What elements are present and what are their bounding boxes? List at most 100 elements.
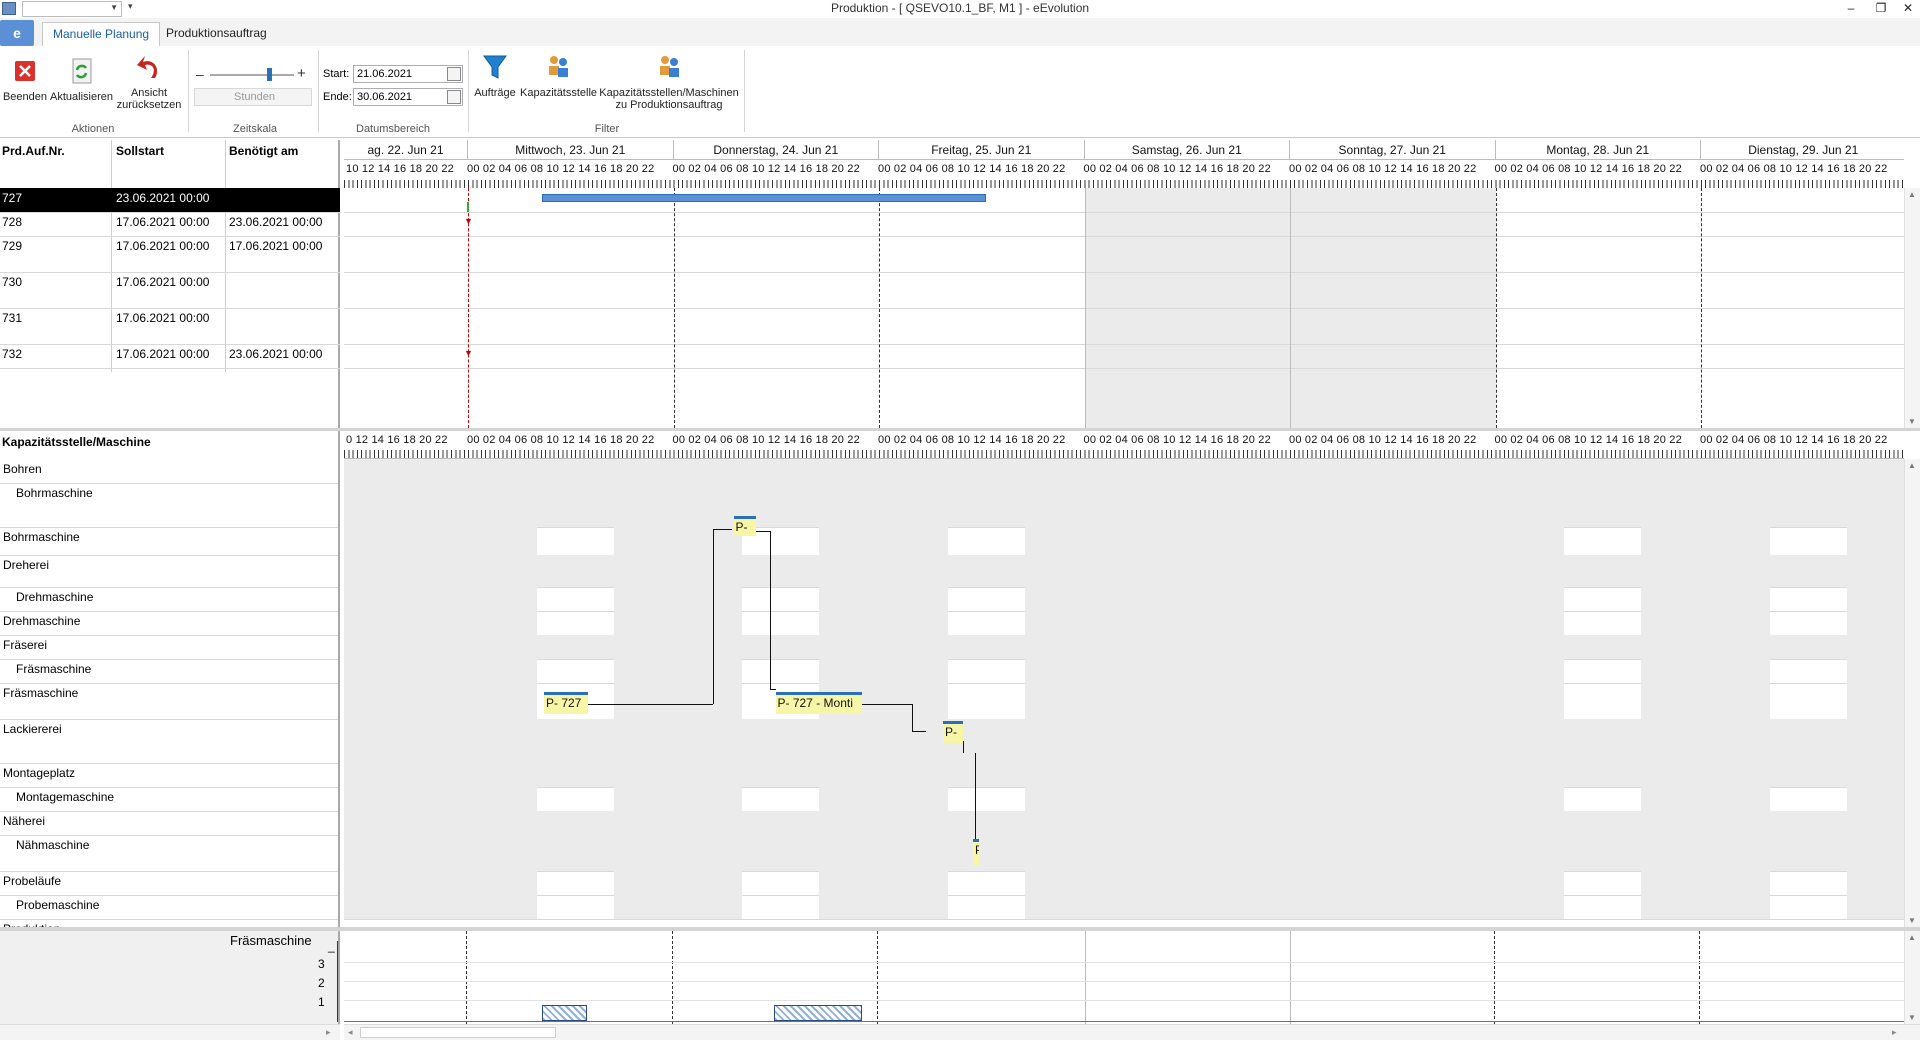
task-bohrmaschine[interactable]: P- xyxy=(733,516,756,536)
row-divider xyxy=(0,527,338,528)
task-naehmaschine[interactable]: P xyxy=(973,839,979,865)
day-separator xyxy=(879,188,880,428)
day-separator xyxy=(1495,188,1497,428)
day-header: ag. 22. Jun 21 Mittwoch, 23. Jun 21 Donner… xyxy=(344,140,1904,160)
close-button[interactable]: ✕ xyxy=(1893,0,1920,18)
scroll-down-icon[interactable]: ▼ xyxy=(1908,1013,1916,1022)
ansicht-zuruecksetzen-button[interactable]: Ansicht zurücksetzen xyxy=(114,52,184,111)
non-working-shade xyxy=(1495,555,1701,587)
tab-produktionsauftrag[interactable]: Produktionsauftrag xyxy=(156,22,277,46)
non-working-shade xyxy=(1084,683,1290,719)
zoom-out-button[interactable]: – xyxy=(196,66,204,82)
aktualisieren-button[interactable]: Aktualisieren xyxy=(50,56,113,103)
order-row[interactable]: 732 17.06.2021 00:00 23.06.2021 00:00 xyxy=(0,344,340,368)
zeitskala-stunden-select[interactable]: Stunden xyxy=(194,88,312,106)
col-header-sollstart[interactable]: Sollstart xyxy=(116,144,164,158)
left-horizontal-scrollbar[interactable]: ▸ xyxy=(0,1024,340,1040)
col-header-prd-auf-nr[interactable]: Prd.Auf.Nr. xyxy=(2,144,65,158)
non-working-shade xyxy=(673,659,742,683)
order-727-summary-bar[interactable] xyxy=(542,194,986,202)
restore-button[interactable]: ❐ xyxy=(1866,0,1896,18)
resource-row-label[interactable]: Bohrmaschine xyxy=(3,530,80,544)
order-row[interactable]: 728 17.06.2021 00:00 23.06.2021 00:00 xyxy=(0,212,340,236)
non-working-shade xyxy=(408,527,468,555)
non-working-shade xyxy=(1701,719,1904,763)
scroll-right-icon[interactable]: ▸ xyxy=(326,1027,331,1038)
resource-row-label[interactable]: Fräsmaschine xyxy=(16,662,91,676)
application-menu-button[interactable]: e xyxy=(0,20,34,46)
resource-row-label[interactable]: Dreherei xyxy=(3,558,49,572)
resource-row-label[interactable]: Probemaschine xyxy=(16,898,99,912)
task-lackiererei[interactable]: P- xyxy=(943,721,963,743)
resource-row-label[interactable]: Nähmaschine xyxy=(16,838,89,852)
resource-row-label[interactable]: Lackiererei xyxy=(3,722,62,736)
resource-vertical-scrollbar[interactable]: ▲ ▼ xyxy=(1904,459,1920,927)
hour-labels: 00 02 04 06 08 10 12 14 16 18 20 22 xyxy=(1700,434,1888,446)
calendar-icon[interactable] xyxy=(447,67,461,81)
resource-row-label[interactable]: Montagemaschine xyxy=(16,790,114,804)
order-row[interactable]: 731 17.06.2021 00:00 xyxy=(0,308,340,344)
order-row[interactable]: 727 23.06.2021 00:00 xyxy=(0,188,340,212)
order-row[interactable]: 729 17.06.2021 00:00 17.06.2021 00:00 xyxy=(0,236,340,272)
resource-header[interactable]: Kapazitätsstelle/Maschine xyxy=(2,435,151,449)
resource-row-label[interactable]: Bohrmaschine xyxy=(16,486,93,500)
load-vertical-scrollbar[interactable]: ▲ ▼ xyxy=(1904,931,1920,1024)
kap-masch-label-1: Kapazitätsstellen/Maschinen xyxy=(599,87,739,99)
scroll-up-icon[interactable]: ▲ xyxy=(1908,461,1916,470)
zoom-slider-track[interactable] xyxy=(210,68,294,81)
resource-row-label[interactable]: Näherei xyxy=(3,814,45,828)
dependency-line xyxy=(755,531,770,532)
tab-manuelle-planung[interactable]: Manuelle Planung xyxy=(42,22,161,46)
task-fraesmaschine-1[interactable]: P- 727 xyxy=(544,692,588,714)
resource-row-label[interactable]: Bohren xyxy=(3,462,42,476)
zoom-slider-thumb[interactable] xyxy=(266,68,272,81)
resource-row-label[interactable]: Fräsmaschine xyxy=(3,686,78,700)
calendar-icon[interactable] xyxy=(447,90,461,104)
end-date-label: Ende: xyxy=(323,91,352,103)
auftraege-filter-button[interactable]: Aufträge xyxy=(472,52,518,99)
row-divider xyxy=(344,919,1904,920)
day-separator xyxy=(1701,188,1702,428)
scroll-right-icon[interactable]: ▸ xyxy=(1892,1027,1897,1038)
resource-row-label[interactable]: Fräserei xyxy=(3,638,47,652)
orders-vertical-scrollbar[interactable]: ▲ ▼ xyxy=(1904,188,1920,428)
kapazitaetsstellen-maschinen-button[interactable]: Kapazitätsstellen/Maschinen zu Produktio… xyxy=(598,52,740,111)
scroll-down-icon[interactable]: ▼ xyxy=(1908,916,1916,925)
non-working-shade xyxy=(468,719,674,763)
scroll-left-icon[interactable]: ◂ xyxy=(348,1027,353,1038)
minimize-button[interactable]: – xyxy=(1836,0,1866,18)
end-date-input[interactable]: 30.06.2021 xyxy=(353,88,463,106)
non-working-shade xyxy=(1290,555,1496,587)
day-separator xyxy=(1699,931,1700,1024)
resource-row-label[interactable]: Montageplatz xyxy=(3,766,75,780)
scroll-down-icon[interactable]: ▼ xyxy=(1908,417,1916,426)
order-nr: 728 xyxy=(2,215,23,229)
scroll-up-icon[interactable]: ▲ xyxy=(1908,190,1916,199)
beenden-label: Beenden xyxy=(2,91,48,103)
scroll-up-icon[interactable]: ▲ xyxy=(1908,933,1916,942)
non-working-shade xyxy=(673,835,879,871)
order-nr: 732 xyxy=(2,347,23,361)
non-working-shade xyxy=(1641,871,1701,895)
hour-labels: 00 02 04 06 08 10 12 14 16 18 20 22 xyxy=(672,434,860,446)
order-row[interactable]: 730 17.06.2021 00:00 xyxy=(0,272,340,308)
zoom-in-button[interactable]: + xyxy=(297,65,306,82)
close-icon xyxy=(15,61,35,81)
non-working-shade xyxy=(1495,683,1564,719)
gantt-horizontal-scrollbar[interactable]: ◂ ▸ xyxy=(344,1024,1920,1040)
kapazitaetsstelle-filter-button[interactable]: Kapazitätsstelle xyxy=(520,52,597,99)
non-working-shade xyxy=(673,483,879,527)
non-working-shade xyxy=(1846,787,1904,811)
task-fraesmaschine-2[interactable]: P- 727 - Monti xyxy=(775,692,862,714)
resource-row-label[interactable]: Drehmaschine xyxy=(3,614,80,628)
row-divider xyxy=(0,787,338,788)
resource-row-label[interactable]: Drehmaschine xyxy=(16,590,93,604)
non-working-shade xyxy=(1495,719,1701,763)
scroll-thumb[interactable] xyxy=(360,1027,556,1038)
resource-row-label[interactable]: Probeläufe xyxy=(3,874,61,888)
hour-ticks xyxy=(344,450,1904,458)
non-working-shade xyxy=(879,611,948,635)
beenden-button[interactable]: Beenden xyxy=(2,56,48,103)
col-header-benoetigt-am[interactable]: Benötigt am xyxy=(229,144,298,158)
start-date-input[interactable]: 21.06.2021 xyxy=(353,65,463,83)
